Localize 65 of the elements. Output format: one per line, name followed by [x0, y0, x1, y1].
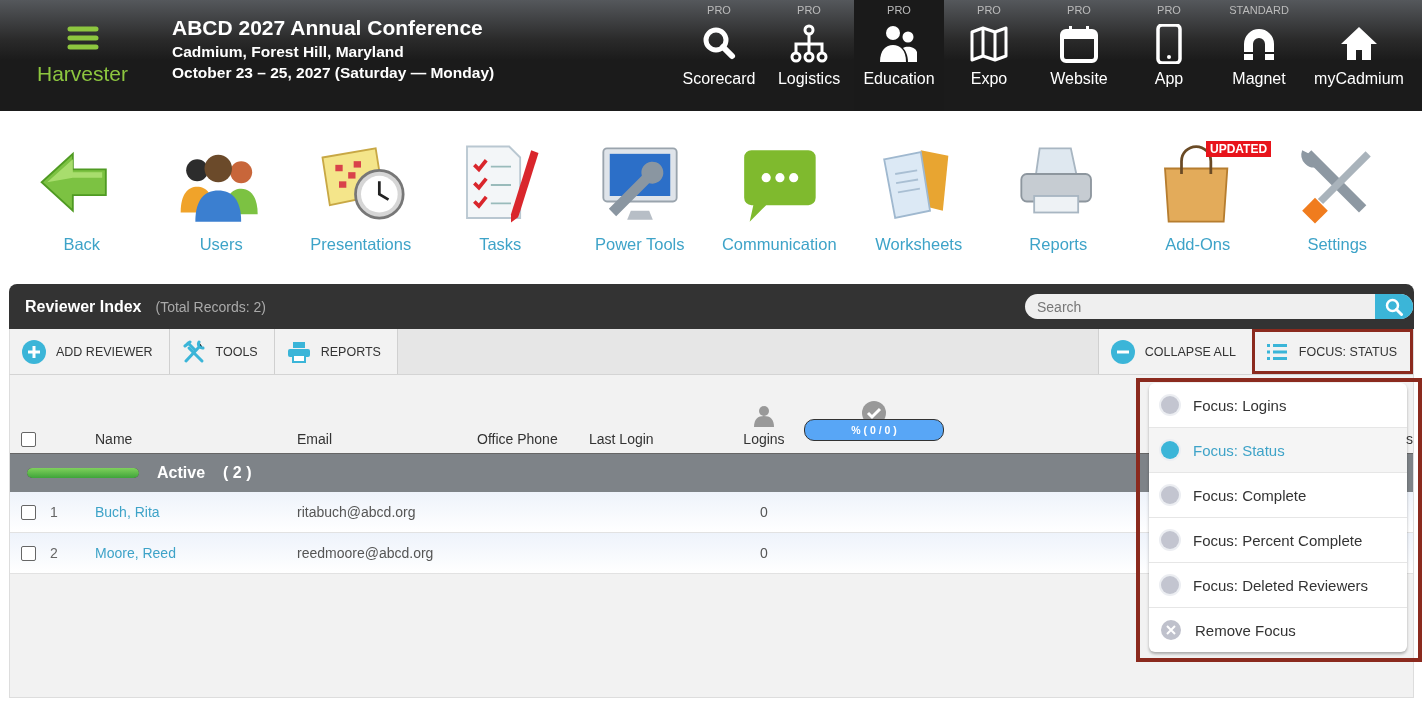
column-header[interactable]: Office Phone — [477, 431, 589, 447]
nav-tab[interactable]: STANDARD Magnet — [1214, 0, 1304, 111]
app-name: Harvester — [37, 61, 128, 86]
table-cell: 0 — [760, 545, 768, 561]
event-dates: October 23 – 25, 2027 (Saturday — Monday) — [172, 64, 496, 82]
row-checkbox[interactable] — [21, 545, 36, 561]
table-cell-text: reedmoore@abcd.org — [297, 545, 435, 561]
table-cell: 0 — [760, 504, 768, 520]
plus-circle-icon — [22, 339, 46, 364]
select-all-checkbox[interactable] — [21, 432, 36, 447]
menu-item[interactable]: Remove Focus — [1149, 608, 1407, 652]
row-number: 2 — [49, 545, 59, 561]
tier-label: PRO — [1067, 4, 1091, 18]
tier-label: STANDARD — [1229, 4, 1289, 18]
column-header[interactable]: Last Login — [589, 431, 729, 447]
total-records: (Total Records: 2) — [155, 298, 266, 315]
nav-tab[interactable]: myCadmium — [1304, 0, 1414, 111]
toolbar-button[interactable]: TOOLS — [169, 329, 275, 374]
toolbar-button[interactable]: REPORTS — [274, 329, 398, 374]
radio-dot-icon — [1161, 576, 1179, 594]
search-icon — [1385, 297, 1403, 316]
hierarchy-icon — [789, 24, 829, 64]
updated-badge: UPDATED — [1206, 141, 1272, 157]
toolbar-button[interactable]: FOCUS: STATUS — [1251, 329, 1413, 374]
table-cell-text: ritabuch@abcd.org — [297, 504, 417, 520]
hammer-wrench-icon — [181, 339, 206, 364]
people-icon — [879, 24, 919, 64]
radio-dot-icon — [1161, 396, 1179, 414]
radio-dot-icon — [1161, 441, 1179, 459]
row-number: 1 — [49, 504, 59, 520]
tier-label: PRO — [887, 4, 911, 18]
menu-item[interactable]: Focus: Deleted Reviewers — [1149, 563, 1407, 608]
tier-label: PRO — [977, 4, 1001, 18]
column-header[interactable]: Email — [297, 431, 477, 447]
radio-dot-icon — [1161, 486, 1179, 504]
event-location: Cadmium, Forest Hill, Maryland — [172, 43, 405, 61]
close-icon — [1161, 620, 1181, 640]
nav-tab[interactable]: PRO App — [1124, 0, 1214, 111]
tier-label: PRO — [1157, 4, 1181, 18]
group-label: Active — [157, 464, 206, 482]
column-header[interactable]: Name — [95, 431, 297, 447]
toolbar-button[interactable]: COLLAPSE ALL — [1097, 329, 1252, 374]
event-title: ABCD 2027 Annual Conference — [172, 16, 484, 40]
column-header[interactable]: Logins — [743, 431, 785, 447]
column-header[interactable]: s — [1406, 431, 1413, 447]
toolbar-button[interactable]: ADD REVIEWER — [10, 329, 170, 374]
nav-tab[interactable]: PRO Scorecard — [674, 0, 764, 111]
radio-dot-icon — [1161, 531, 1179, 549]
nav-tab[interactable]: PRO Expo — [944, 0, 1034, 111]
search-button[interactable] — [1375, 294, 1413, 319]
minus-circle-icon — [1110, 339, 1135, 364]
person-icon — [753, 405, 775, 427]
menu-item[interactable]: Focus: Complete — [1149, 473, 1407, 518]
nav-tab[interactable]: PRO Logistics — [764, 0, 854, 111]
menu-item[interactable]: Focus: Percent Complete — [1149, 518, 1407, 563]
nav-tab[interactable]: PRO Website — [1034, 0, 1124, 111]
calendar-icon — [1059, 24, 1099, 64]
group-count: ( 2 ) — [223, 464, 252, 482]
tier-label: PRO — [707, 4, 731, 18]
row-checkbox[interactable] — [21, 504, 36, 520]
panel-title: Reviewer Index — [25, 297, 142, 316]
menu-icon[interactable] — [66, 25, 99, 50]
printer-icon — [286, 339, 311, 364]
tier-label: PRO — [797, 4, 821, 18]
map-icon — [969, 24, 1009, 64]
